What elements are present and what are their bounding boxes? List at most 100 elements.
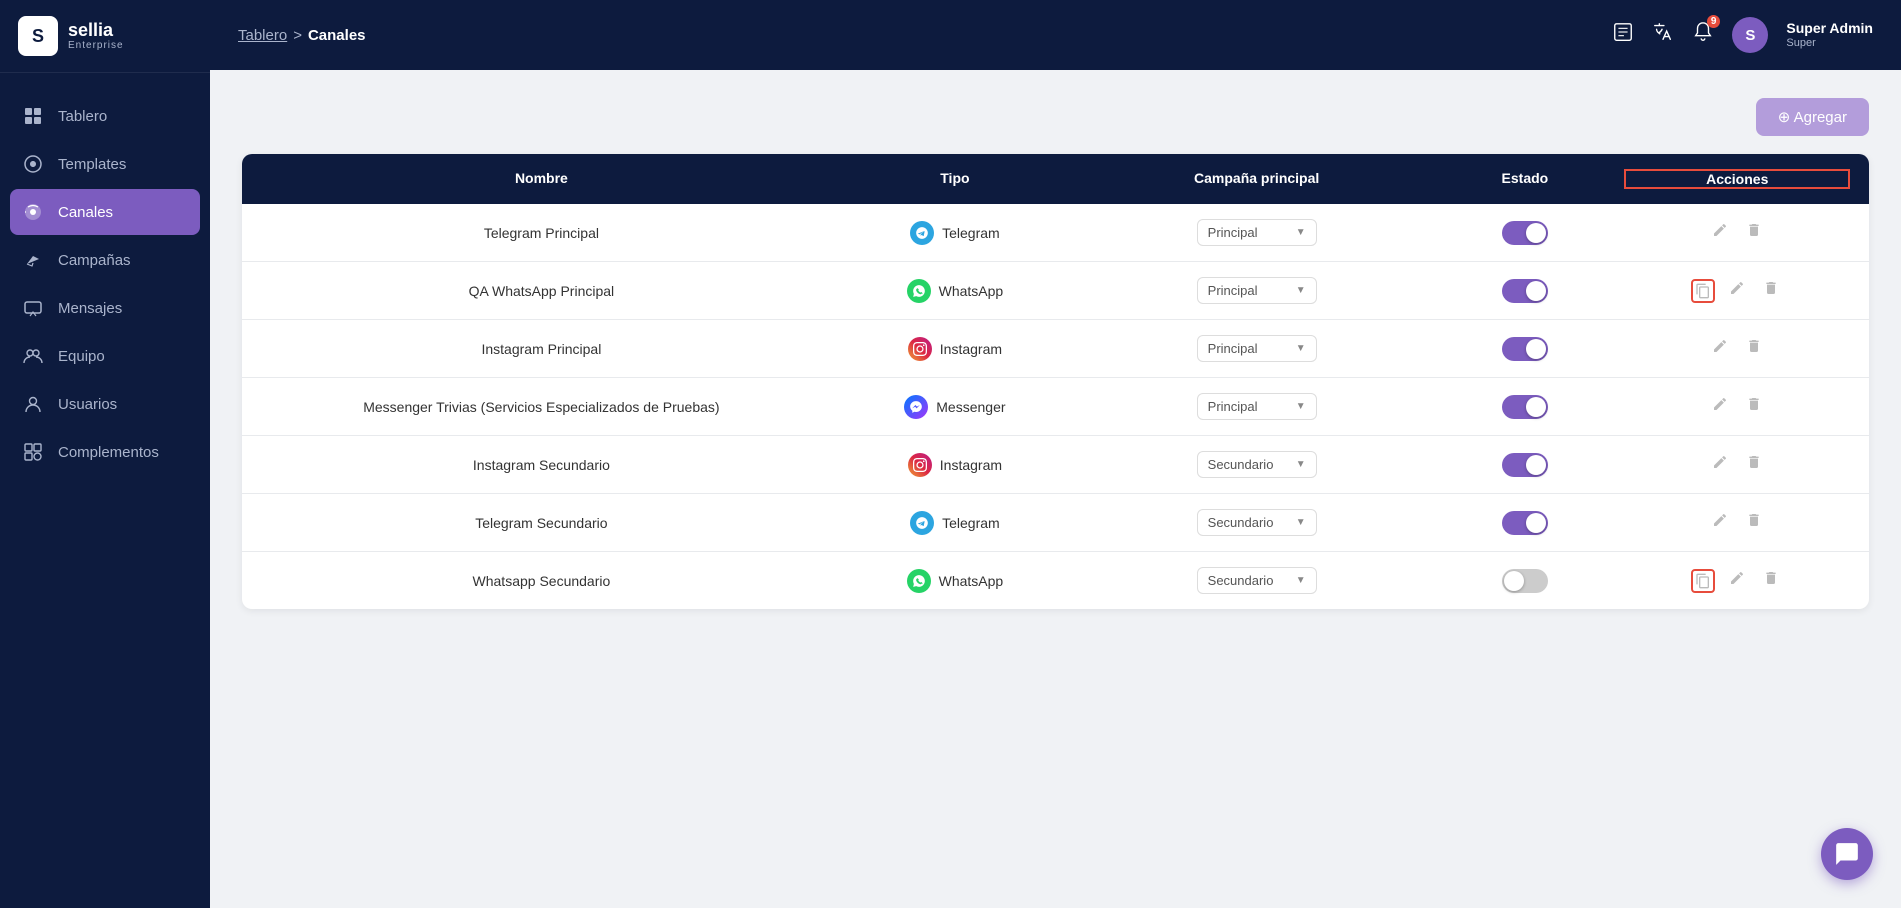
- channel-name: Telegram Secundario: [475, 515, 607, 531]
- status-toggle[interactable]: [1502, 395, 1548, 419]
- sidebar-item-label-campanas: Campañas: [58, 252, 131, 269]
- channel-name: Whatsapp Secundario: [473, 573, 611, 589]
- toggle-track: [1502, 569, 1548, 593]
- toggle-thumb: [1526, 455, 1546, 475]
- cell-estado: [1424, 511, 1625, 535]
- canales-icon: [22, 201, 44, 223]
- campaign-dropdown[interactable]: Principal ▼: [1197, 219, 1317, 246]
- status-toggle[interactable]: [1502, 279, 1548, 303]
- sidebar-item-mensajes[interactable]: Mensajes: [0, 285, 210, 331]
- channel-name: Messenger Trivias (Servicios Especializa…: [363, 399, 719, 415]
- breadcrumb-current: Canales: [308, 27, 366, 44]
- cell-acciones: [1625, 566, 1849, 595]
- chat-bubble-button[interactable]: [1821, 828, 1873, 880]
- main-area: Tablero > Canales: [210, 0, 1901, 908]
- campaign-dropdown[interactable]: Secundario ▼: [1197, 451, 1317, 478]
- cell-campana: Secundario ▼: [1089, 509, 1424, 536]
- sidebar-item-tablero[interactable]: Tablero: [0, 93, 210, 139]
- sidebar-item-canales[interactable]: Canales: [10, 189, 200, 235]
- add-button-row: ⊕ Agregar: [242, 98, 1869, 136]
- col-nombre: Nombre: [262, 170, 821, 188]
- table-row: Telegram Principal Telegram Principal ▼: [242, 204, 1869, 262]
- col-tipo: Tipo: [821, 170, 1089, 188]
- delete-icon[interactable]: [1742, 392, 1766, 421]
- type-label: Instagram: [940, 457, 1002, 473]
- edit-icon[interactable]: [1708, 218, 1732, 247]
- sidebar-item-label-templates: Templates: [58, 156, 126, 173]
- status-toggle[interactable]: [1502, 511, 1548, 535]
- mensajes-icon: [22, 297, 44, 319]
- sidebar-item-complementos[interactable]: Complementos: [0, 429, 210, 475]
- cell-nombre: Whatsapp Secundario: [262, 573, 821, 589]
- edit-icon[interactable]: [1725, 276, 1749, 305]
- breadcrumb-link-tablero[interactable]: Tablero: [238, 27, 287, 44]
- notification-badge: 9: [1707, 15, 1721, 28]
- toggle-track: [1502, 221, 1548, 245]
- status-toggle[interactable]: [1502, 569, 1548, 593]
- campaign-dropdown[interactable]: Principal ▼: [1197, 277, 1317, 304]
- cell-estado: [1424, 221, 1625, 245]
- cell-tipo: WhatsApp: [821, 279, 1089, 303]
- type-label: Telegram: [942, 225, 1000, 241]
- campaign-dropdown[interactable]: Secundario ▼: [1197, 509, 1317, 536]
- messenger-type-icon: [904, 395, 928, 419]
- delete-icon[interactable]: [1742, 450, 1766, 479]
- campaign-dropdown[interactable]: Secundario ▼: [1197, 567, 1317, 594]
- sidebar-item-usuarios[interactable]: Usuarios: [0, 381, 210, 427]
- edit-icon[interactable]: [1725, 566, 1749, 595]
- telegram-type-icon: [910, 511, 934, 535]
- breadcrumb: Tablero > Canales: [238, 27, 366, 44]
- type-label: WhatsApp: [939, 283, 1004, 299]
- cell-nombre: QA WhatsApp Principal: [262, 283, 821, 299]
- status-toggle[interactable]: [1502, 221, 1548, 245]
- delete-icon[interactable]: [1742, 334, 1766, 363]
- toggle-track: [1502, 395, 1548, 419]
- cell-acciones: [1625, 450, 1849, 479]
- campaign-dropdown[interactable]: Principal ▼: [1197, 393, 1317, 420]
- delete-icon[interactable]: [1759, 566, 1783, 595]
- edit-icon[interactable]: [1708, 334, 1732, 363]
- notification-icon[interactable]: 9: [1692, 21, 1714, 49]
- user-avatar[interactable]: S: [1732, 17, 1768, 53]
- sidebar-item-label-equipo: Equipo: [58, 348, 105, 365]
- cell-acciones: [1625, 392, 1849, 421]
- telegram-type-icon: [910, 221, 934, 245]
- toggle-track: [1502, 279, 1548, 303]
- cell-campana: Principal ▼: [1089, 335, 1424, 362]
- cell-tipo: Telegram: [821, 221, 1089, 245]
- delete-icon[interactable]: [1742, 508, 1766, 537]
- sidebar-item-label-mensajes: Mensajes: [58, 300, 122, 317]
- status-toggle[interactable]: [1502, 453, 1548, 477]
- sidebar-item-templates[interactable]: Templates: [0, 141, 210, 187]
- chevron-down-icon: ▼: [1296, 285, 1306, 296]
- table-row: QA WhatsApp Principal WhatsApp Principal…: [242, 262, 1869, 320]
- channel-name: Instagram Principal: [481, 341, 601, 357]
- edit-icon[interactable]: [1708, 450, 1732, 479]
- toggle-thumb: [1526, 339, 1546, 359]
- sidebar-item-label-usuarios: Usuarios: [58, 396, 117, 413]
- cell-tipo: WhatsApp: [821, 569, 1089, 593]
- copy-icon-highlight[interactable]: [1691, 569, 1715, 593]
- delete-icon[interactable]: [1742, 218, 1766, 247]
- sidebar-item-campanas[interactable]: Campañas: [0, 237, 210, 283]
- channels-table: Nombre Tipo Campaña principal Estado Acc…: [242, 154, 1869, 609]
- delete-icon[interactable]: [1759, 276, 1783, 305]
- status-toggle[interactable]: [1502, 337, 1548, 361]
- copy-icon-highlight[interactable]: [1691, 279, 1715, 303]
- sidebar-item-equipo[interactable]: Equipo: [0, 333, 210, 379]
- logo-icon: S: [18, 16, 58, 56]
- cell-nombre: Telegram Secundario: [262, 515, 821, 531]
- edit-icon[interactable]: [1708, 392, 1732, 421]
- channel-name: QA WhatsApp Principal: [469, 283, 615, 299]
- add-channel-button[interactable]: ⊕ Agregar: [1756, 98, 1869, 136]
- export-icon[interactable]: [1612, 21, 1634, 49]
- edit-icon[interactable]: [1708, 508, 1732, 537]
- header-actions: 9 S Super Admin Super: [1612, 17, 1873, 53]
- campaign-dropdown[interactable]: Principal ▼: [1197, 335, 1317, 362]
- tablero-icon: [22, 105, 44, 127]
- user-name: Super Admin: [1786, 20, 1873, 37]
- translate-icon[interactable]: [1652, 21, 1674, 49]
- content-area: ⊕ Agregar Nombre Tipo Campaña principal …: [210, 70, 1901, 908]
- logo-name: sellia: [68, 21, 124, 41]
- col-campana: Campaña principal: [1089, 170, 1424, 188]
